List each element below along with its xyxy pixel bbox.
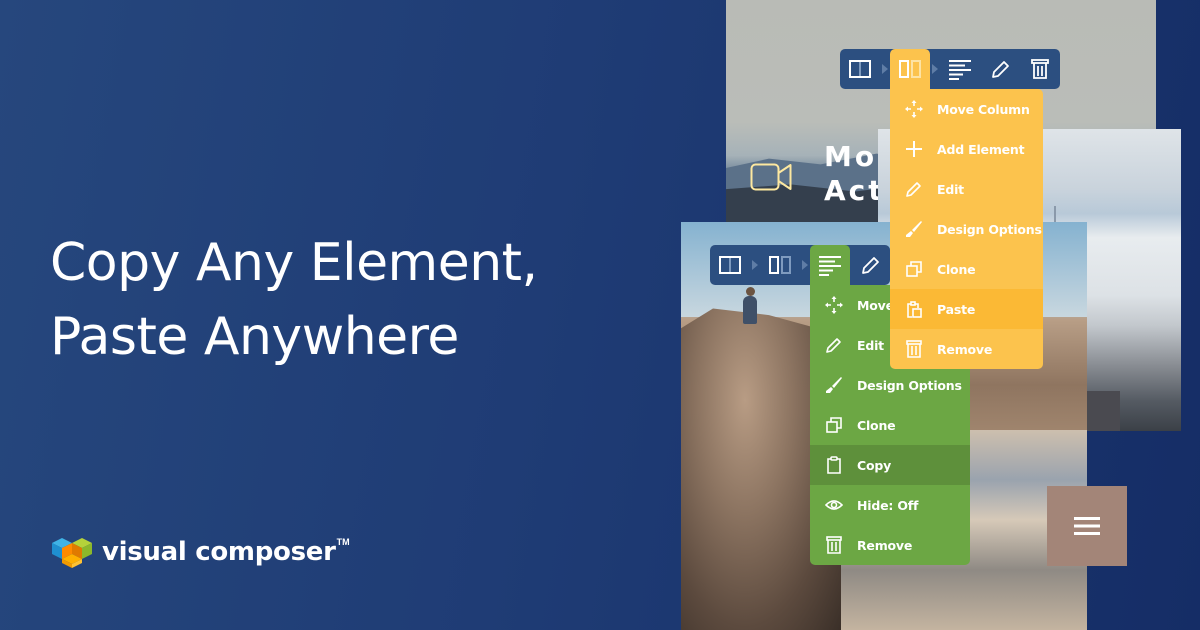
breadcrumb-separator	[880, 49, 890, 89]
menu-item-label: Move	[857, 297, 894, 313]
text-block-button[interactable]	[810, 245, 850, 285]
trash-icon	[1031, 59, 1049, 79]
menu-item-label: Remove	[857, 537, 913, 553]
clone-icon	[905, 261, 922, 277]
headline: Copy Any Element, Paste Anywhere	[50, 226, 538, 374]
row-layout-icon	[719, 256, 741, 274]
pencil-icon	[992, 61, 1009, 78]
menu-item-label: Hide: Off	[857, 497, 919, 513]
brush-icon	[825, 377, 842, 393]
breadcrumb-separator	[750, 245, 760, 285]
menu-item-design-options[interactable]: Design Options	[810, 365, 970, 405]
menu-item-label: Edit	[937, 181, 964, 197]
brand-name: visual composer	[102, 537, 336, 567]
clipboard-icon	[826, 456, 841, 474]
menu-item-label: Design Options	[857, 377, 962, 393]
menu-item-paste[interactable]: Paste	[890, 289, 1043, 329]
breadcrumb-separator	[930, 49, 940, 89]
headline-line-2: Paste Anywhere	[50, 307, 459, 367]
menu-item-copy[interactable]: Copy	[810, 445, 970, 485]
menu-item-hide[interactable]: Hide: Off	[810, 485, 970, 525]
menu-item-label: Remove	[937, 341, 993, 357]
trademark: TM	[336, 537, 350, 547]
chevron-right-icon	[882, 64, 888, 74]
column-layout-icon	[899, 60, 921, 78]
menu-item-remove[interactable]: Remove	[810, 525, 970, 565]
menu-item-clone[interactable]: Clone	[890, 249, 1043, 289]
column-toolbar	[840, 49, 1060, 89]
headline-line-1: Copy Any Element,	[50, 233, 538, 293]
paste-icon	[906, 301, 922, 318]
menu-item-clone[interactable]: Clone	[810, 405, 970, 445]
clone-icon	[825, 417, 842, 433]
pencil-icon	[905, 182, 921, 197]
menu-item-edit[interactable]: Edit	[890, 169, 1043, 209]
edit-button[interactable]	[980, 49, 1020, 89]
chevron-right-icon	[752, 260, 758, 270]
breadcrumb-separator	[800, 245, 810, 285]
menu-item-label: Clone	[937, 261, 976, 277]
chevron-right-icon	[802, 260, 808, 270]
row-layout-button[interactable]	[840, 49, 880, 89]
person-figure	[743, 287, 757, 324]
menu-item-label: Edit	[857, 337, 884, 353]
pencil-icon	[862, 257, 879, 274]
element-toolbar	[710, 245, 890, 285]
eye-icon	[824, 500, 843, 510]
plus-icon	[905, 141, 922, 157]
move-icon	[904, 100, 923, 118]
chevron-right-icon	[932, 64, 938, 74]
move-icon	[824, 296, 843, 314]
row-layout-button[interactable]	[710, 245, 750, 285]
trash-icon	[905, 340, 922, 358]
trash-icon	[825, 536, 842, 554]
pencil-icon	[825, 338, 841, 353]
menu-item-add-element[interactable]: Add Element	[890, 129, 1043, 169]
column-layout-button[interactable]	[760, 245, 800, 285]
row-layout-icon	[849, 60, 871, 78]
hamburger-menu-button[interactable]	[1047, 486, 1127, 566]
hamburger-menu-icon	[1074, 517, 1100, 535]
column-layout-button[interactable]	[890, 49, 930, 89]
text-block-icon	[819, 256, 841, 276]
column-layout-icon	[769, 256, 791, 274]
brush-icon	[905, 221, 922, 237]
menu-item-remove[interactable]: Remove	[890, 329, 1043, 369]
menu-item-design-options[interactable]: Design Options	[890, 209, 1043, 249]
menu-item-label: Design Options	[937, 221, 1042, 237]
menu-item-label: Paste	[937, 301, 976, 317]
brand-logo: visual composer TM	[50, 534, 350, 570]
menu-item-label: Copy	[857, 457, 892, 473]
text-block-button[interactable]	[940, 49, 980, 89]
menu-item-label: Add Element	[937, 141, 1025, 157]
visual-composer-cubes-icon	[52, 538, 92, 568]
menu-item-label: Clone	[857, 417, 896, 433]
remove-button[interactable]	[1020, 49, 1060, 89]
menu-item-label: Move Column	[937, 101, 1030, 117]
column-context-menu: Move Column Add Element Edit Design Opti…	[890, 89, 1043, 369]
edit-button[interactable]	[850, 245, 890, 285]
video-camera-icon	[750, 163, 792, 191]
text-block-icon	[949, 60, 971, 80]
menu-item-move-column[interactable]: Move Column	[890, 89, 1043, 129]
